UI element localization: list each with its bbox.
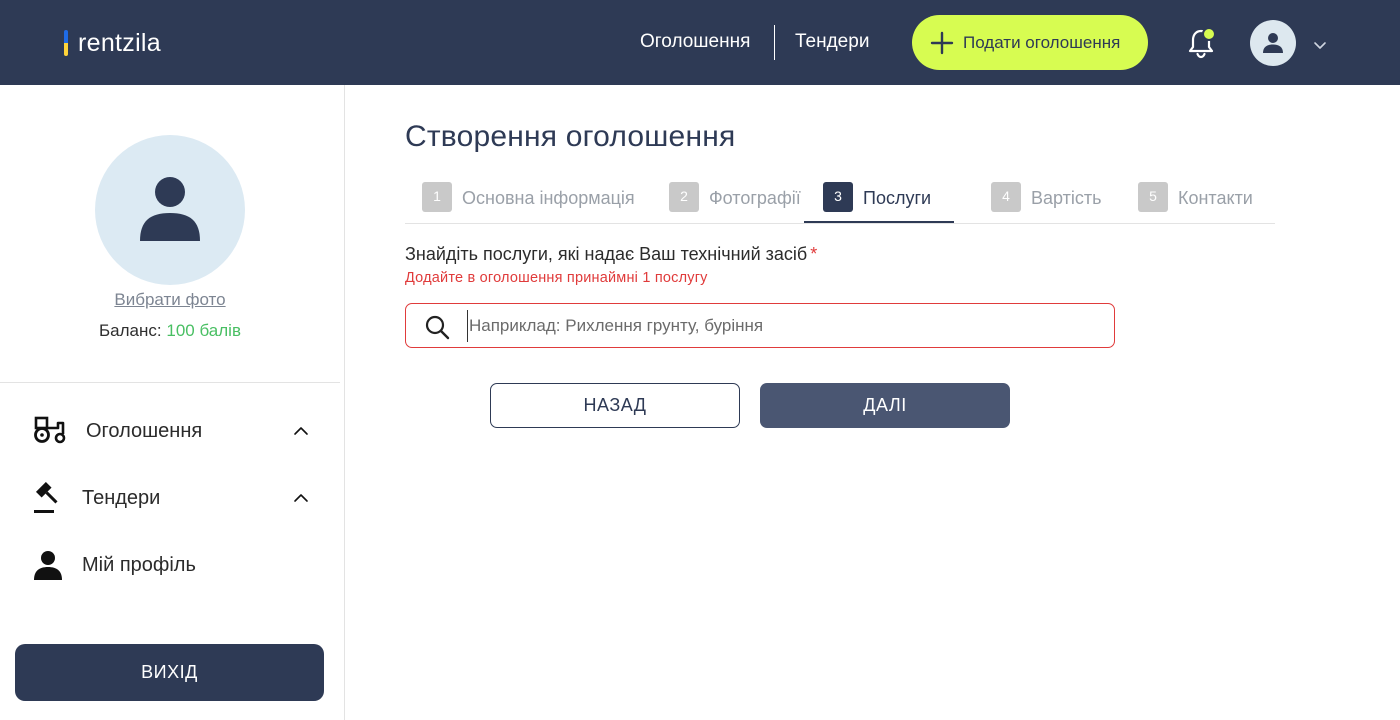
services-search-box — [405, 303, 1115, 348]
profile-avatar[interactable] — [95, 135, 245, 285]
post-ad-button-label: Подати оголошення — [963, 32, 1121, 52]
gavel-icon — [34, 482, 58, 513]
sidebar: Вибрати фото Баланс: 100 балів Оголошенн… — [0, 85, 345, 720]
step-label: Вартість — [1031, 188, 1102, 208]
sidebar-item-label: Мій профіль — [82, 553, 196, 576]
step-tab-photos[interactable]: 2 Фотографії — [669, 175, 801, 223]
user-icon — [140, 177, 200, 241]
user-icon — [34, 551, 62, 580]
services-error-message: Додайте в оголошення принаймні 1 послугу — [405, 270, 708, 286]
step-tab-basic-info[interactable]: 1 Основна інформація — [422, 175, 635, 223]
step-number: 3 — [823, 182, 853, 212]
balance-label: Баланс: — [99, 321, 162, 340]
step-label: Фотографії — [709, 188, 801, 208]
logo-flag-mark — [64, 30, 68, 56]
balance: Баланс: 100 балів — [0, 321, 340, 341]
step-tabs: 1 Основна інформація 2 Фотографії 3 Посл… — [405, 175, 1275, 224]
step-tab-contacts[interactable]: 5 Контакти — [1138, 175, 1253, 223]
plus-icon — [930, 31, 954, 54]
logo[interactable]: rentzila — [64, 29, 161, 57]
sidebar-item-ads[interactable]: Оголошення — [0, 411, 340, 451]
user-icon — [1263, 33, 1283, 53]
search-icon — [425, 315, 450, 340]
sidebar-divider — [0, 382, 340, 383]
nav-divider — [774, 25, 775, 60]
step-tab-services[interactable]: 3 Послуги — [804, 175, 954, 223]
logout-button[interactable]: ВИХІД — [15, 644, 324, 701]
top-header: rentzila Оголошення Тендери Подати оголо… — [0, 0, 1400, 85]
chevron-up-icon[interactable] — [293, 493, 309, 503]
page-title: Створення оголошення — [405, 120, 736, 153]
balance-value: 100 балів — [166, 321, 241, 340]
services-label-text: Знайдіть послуги, які надає Ваш технічни… — [405, 244, 808, 264]
nav-link-ads[interactable]: Оголошення — [640, 30, 750, 54]
step-label: Контакти — [1178, 188, 1253, 208]
step-label: Основна інформація — [462, 188, 635, 208]
sidebar-item-label: Тендери — [82, 486, 161, 509]
sidebar-item-label: Оголошення — [86, 419, 203, 442]
step-number: 4 — [991, 182, 1021, 212]
header-avatar[interactable] — [1250, 20, 1296, 66]
choose-photo-link[interactable]: Вибрати фото — [0, 290, 340, 310]
step-number: 1 — [422, 182, 452, 212]
step-number: 5 — [1138, 182, 1168, 212]
services-search-input[interactable] — [467, 310, 1097, 342]
back-button[interactable]: НАЗАД — [490, 383, 740, 428]
post-ad-button[interactable]: Подати оголошення — [912, 15, 1148, 70]
services-field-label: Знайдіть послуги, які надає Ваш технічни… — [405, 244, 817, 265]
nav-link-tenders[interactable]: Тендери — [795, 30, 869, 54]
sidebar-item-tenders[interactable]: Тендери — [0, 478, 340, 518]
step-label: Послуги — [863, 188, 932, 208]
logo-text: rentzila — [78, 29, 161, 57]
chevron-down-icon[interactable] — [1313, 40, 1327, 50]
step-number: 2 — [669, 182, 699, 212]
sidebar-item-profile[interactable]: Мій профіль — [0, 545, 340, 585]
required-mark: * — [810, 244, 818, 264]
step-tab-price[interactable]: 4 Вартість — [991, 175, 1102, 223]
notification-dot — [1202, 27, 1216, 41]
tractor-icon — [34, 416, 66, 444]
chevron-up-icon[interactable] — [293, 426, 309, 436]
next-button[interactable]: ДАЛІ — [760, 383, 1010, 428]
